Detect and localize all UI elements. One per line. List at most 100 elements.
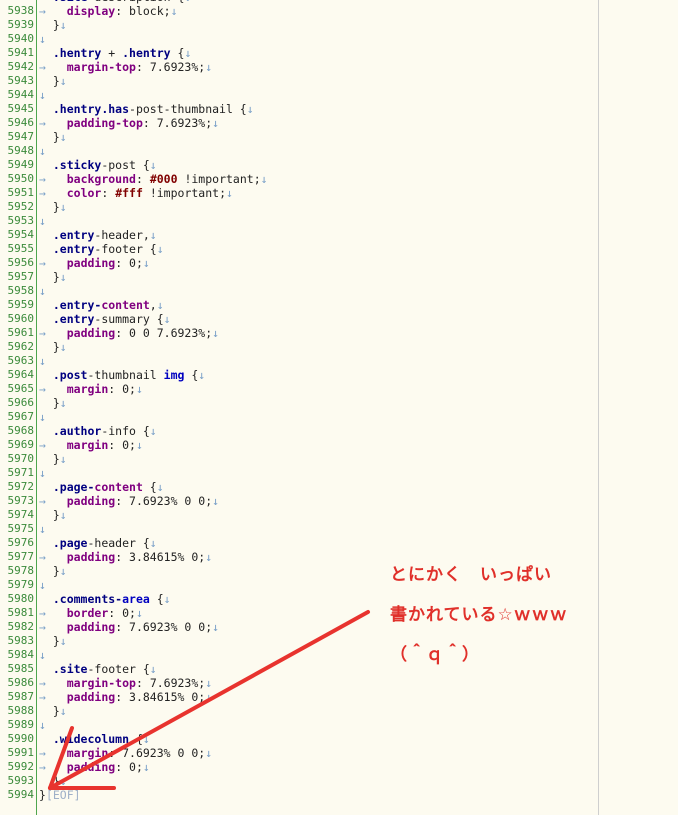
code-line[interactable]: 5976 .page-header {↓ xyxy=(0,536,678,550)
code-text[interactable]: ↓ xyxy=(39,284,46,298)
code-line[interactable]: 5968 .author-info {↓ xyxy=(0,424,678,438)
code-text[interactable]: }↓ xyxy=(39,564,67,578)
code-line[interactable]: 5975 ↓ xyxy=(0,522,678,536)
code-text[interactable]: ↓ xyxy=(39,648,46,662)
code-line[interactable]: 5946 → padding-top: 7.6923%;↓ xyxy=(0,116,678,130)
code-text[interactable]: → padding-top: 7.6923%;↓ xyxy=(39,116,219,130)
code-text[interactable]: }↓ xyxy=(39,130,67,144)
code-line[interactable]: 5952 }↓ xyxy=(0,200,678,214)
code-text[interactable]: → background: #000 !important;↓ xyxy=(39,172,268,186)
code-line[interactable]: 5961 → padding: 0 0 7.6923%;↓ xyxy=(0,326,678,340)
code-text[interactable]: → padding: 7.6923% 0 0;↓ xyxy=(39,494,219,508)
code-text[interactable]: }↓ xyxy=(39,200,67,214)
code-text[interactable]: → padding: 7.6923% 0 0;↓ xyxy=(39,620,219,634)
code-text[interactable]: ↓ xyxy=(39,32,46,46)
code-text[interactable]: .author-info {↓ xyxy=(39,424,157,438)
code-text[interactable]: → border: 0;↓ xyxy=(39,606,143,620)
code-text[interactable]: .comments-area {↓ xyxy=(39,592,171,606)
code-line[interactable]: 5944 ↓ xyxy=(0,88,678,102)
code-line[interactable]: 5973 → padding: 7.6923% 0 0;↓ xyxy=(0,494,678,508)
code-text[interactable]: .page-header {↓ xyxy=(39,536,157,550)
code-line[interactable]: 5972 .page-content {↓ xyxy=(0,480,678,494)
code-text[interactable]: → padding: 0 0 7.6923%;↓ xyxy=(39,326,219,340)
code-line[interactable]: 5983 }↓ xyxy=(0,634,678,648)
code-line[interactable]: 5981 → border: 0;↓ xyxy=(0,606,678,620)
code-text[interactable]: → margin-top: 7.6923%;↓ xyxy=(39,676,212,690)
code-line[interactable]: 5939 }↓ xyxy=(0,18,678,32)
code-line[interactable]: 5978 }↓ xyxy=(0,564,678,578)
code-line[interactable]: 5979 ↓ xyxy=(0,578,678,592)
code-text[interactable]: ↓ xyxy=(39,410,46,424)
code-text[interactable]: .sticky-post {↓ xyxy=(39,158,157,172)
code-text[interactable]: → color: #fff !important;↓ xyxy=(39,186,233,200)
code-text[interactable]: }↓ xyxy=(39,396,67,410)
code-text[interactable]: → margin: 0;↓ xyxy=(39,438,143,452)
code-text[interactable]: }↓ xyxy=(39,18,67,32)
code-text[interactable]: .widecolumn {↓ xyxy=(39,732,150,746)
code-line[interactable]: 5963 ↓ xyxy=(0,354,678,368)
code-line[interactable]: 5940 ↓ xyxy=(0,32,678,46)
code-line[interactable]: 5945 .hentry.has-post-thumbnail {↓ xyxy=(0,102,678,116)
code-line[interactable]: 5989 ↓ xyxy=(0,718,678,732)
code-lines[interactable]: 5937 .site-description {↓5938→ display: … xyxy=(0,0,678,802)
code-line[interactable]: 5966 }↓ xyxy=(0,396,678,410)
code-text[interactable]: }↓ xyxy=(39,340,67,354)
code-text[interactable]: }↓ xyxy=(39,452,67,466)
code-line[interactable]: 5993 }↓ xyxy=(0,774,678,788)
code-editor[interactable]: 5937 .site-description {↓5938→ display: … xyxy=(0,0,678,815)
code-line[interactable]: 5951 → color: #fff !important;↓ xyxy=(0,186,678,200)
code-text[interactable]: .entry-footer {↓ xyxy=(39,242,164,256)
code-text[interactable]: ↓ xyxy=(39,214,46,228)
code-line[interactable]: 5992 → padding: 0;↓ xyxy=(0,760,678,774)
code-line[interactable]: 5990 .widecolumn {↓ xyxy=(0,732,678,746)
code-line[interactable]: 5970 }↓ xyxy=(0,452,678,466)
code-line[interactable]: 5957 }↓ xyxy=(0,270,678,284)
code-text[interactable]: }↓ xyxy=(39,508,67,522)
code-line[interactable]: 5980 .comments-area {↓ xyxy=(0,592,678,606)
code-line[interactable]: 5988 }↓ xyxy=(0,704,678,718)
code-text[interactable]: }↓ xyxy=(39,74,67,88)
code-text[interactable]: }↓ xyxy=(39,270,67,284)
code-line[interactable]: 5969 → margin: 0;↓ xyxy=(0,438,678,452)
code-line[interactable]: 5962 }↓ xyxy=(0,340,678,354)
code-text[interactable]: ↓ xyxy=(39,88,46,102)
code-line[interactable]: 5987 → padding: 3.84615% 0;↓ xyxy=(0,690,678,704)
code-text[interactable]: → margin-top: 7.6923%;↓ xyxy=(39,60,212,74)
code-line[interactable]: 5943 }↓ xyxy=(0,74,678,88)
code-text[interactable]: → margin: 7.6923% 0 0;↓ xyxy=(39,746,212,760)
code-text[interactable]: .site-footer {↓ xyxy=(39,662,157,676)
code-line[interactable]: 5938 → display: block;↓ xyxy=(0,4,678,18)
code-text[interactable]: }[EOF] xyxy=(39,788,81,802)
code-line[interactable]: 5982 → padding: 7.6923% 0 0;↓ xyxy=(0,620,678,634)
code-line[interactable]: 5971 ↓ xyxy=(0,466,678,480)
code-text[interactable]: ↓ xyxy=(39,354,46,368)
code-line[interactable]: 5994}[EOF] xyxy=(0,788,678,802)
code-line[interactable]: 5986 → margin-top: 7.6923%;↓ xyxy=(0,676,678,690)
code-line[interactable]: 5948 ↓ xyxy=(0,144,678,158)
code-line[interactable]: 5960 .entry-summary {↓ xyxy=(0,312,678,326)
code-line[interactable]: 5965 → margin: 0;↓ xyxy=(0,382,678,396)
code-text[interactable]: }↓ xyxy=(39,704,67,718)
code-text[interactable]: .page-content {↓ xyxy=(39,480,164,494)
code-text[interactable]: }↓ xyxy=(39,774,67,788)
code-text[interactable]: → padding: 0;↓ xyxy=(39,256,150,270)
code-line[interactable]: 5974 }↓ xyxy=(0,508,678,522)
code-line[interactable]: 5991 → margin: 7.6923% 0 0;↓ xyxy=(0,746,678,760)
code-text[interactable]: .post-thumbnail img {↓ xyxy=(39,368,205,382)
code-text[interactable]: → margin: 0;↓ xyxy=(39,382,143,396)
code-text[interactable]: .entry-header,↓ xyxy=(39,228,157,242)
code-line[interactable]: 5964 .post-thumbnail img {↓ xyxy=(0,368,678,382)
code-line[interactable]: 5977 → padding: 3.84615% 0;↓ xyxy=(0,550,678,564)
code-text[interactable]: ↓ xyxy=(39,718,46,732)
code-line[interactable]: 5985 .site-footer {↓ xyxy=(0,662,678,676)
code-text[interactable]: ↓ xyxy=(39,578,46,592)
code-text[interactable]: .entry-summary {↓ xyxy=(39,312,171,326)
code-line[interactable]: 5967 ↓ xyxy=(0,410,678,424)
code-text[interactable]: → padding: 3.84615% 0;↓ xyxy=(39,550,212,564)
code-line[interactable]: 5949 .sticky-post {↓ xyxy=(0,158,678,172)
code-line[interactable]: 5954 .entry-header,↓ xyxy=(0,228,678,242)
code-text[interactable]: ↓ xyxy=(39,466,46,480)
code-line[interactable]: 5984 ↓ xyxy=(0,648,678,662)
code-line[interactable]: 5953 ↓ xyxy=(0,214,678,228)
code-line[interactable]: 5950 → background: #000 !important;↓ xyxy=(0,172,678,186)
